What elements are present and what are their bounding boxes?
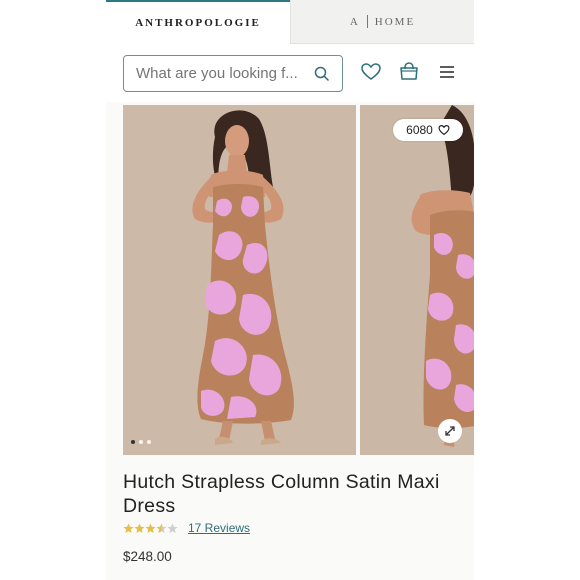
search-input[interactable] (136, 65, 304, 82)
star-empty-icon (167, 523, 178, 533)
product-rating: 17 Reviews (123, 521, 250, 535)
star-full-icon (123, 523, 134, 533)
product-image-primary[interactable] (123, 105, 356, 455)
tab-ahome[interactable]: A HOME (290, 0, 474, 44)
star-icons (123, 523, 178, 533)
favorite-count-button[interactable]: 6080 (393, 119, 463, 141)
product-image-carousel[interactable]: 6080 (123, 105, 474, 455)
reviews-link[interactable]: 17 Reviews (188, 521, 250, 535)
star-rating (123, 523, 178, 534)
product-price: $248.00 (123, 549, 172, 564)
star-half-icon (156, 523, 167, 533)
tab-anthropologie[interactable]: ANTHROPOLOGIE (106, 0, 290, 44)
heart-icon (438, 125, 450, 136)
star-full-icon (134, 523, 145, 533)
carousel-dot[interactable] (147, 440, 151, 444)
model-photo-back (360, 105, 474, 455)
star-full-icon (145, 523, 156, 533)
tab-anthropologie-label: ANTHROPOLOGIE (135, 17, 261, 29)
tab-ahome-label: HOME (374, 15, 416, 28)
hamburger-menu-icon[interactable] (436, 61, 458, 83)
tab-divider (366, 15, 368, 28)
tab-ahome-prefix: A (349, 15, 360, 28)
carousel-dot-active[interactable] (131, 440, 135, 444)
mobile-screen: ANTHROPOLOGIE A HOME What are you lookin… (106, 0, 474, 580)
expand-arrows-icon (445, 426, 455, 436)
heart-icon[interactable] (360, 61, 382, 83)
brand-tabs: ANTHROPOLOGIE A HOME (106, 0, 474, 44)
product-image-secondary[interactable] (360, 105, 474, 455)
carousel-dot[interactable] (139, 440, 143, 444)
expand-image-button[interactable] (438, 419, 462, 443)
shopping-bag-icon[interactable] (398, 61, 420, 83)
search-icon[interactable] (314, 66, 330, 82)
search-box[interactable] (123, 55, 343, 92)
site-header (106, 44, 474, 103)
carousel-dots[interactable] (131, 440, 151, 444)
model-photo (123, 105, 356, 455)
favorite-count: 6080 (406, 123, 433, 137)
product-title: Hutch Strapless Column Satin Maxi Dress (123, 471, 440, 517)
product-page: 6080 Hutch Strapless Column Satin Maxi D… (106, 102, 474, 580)
